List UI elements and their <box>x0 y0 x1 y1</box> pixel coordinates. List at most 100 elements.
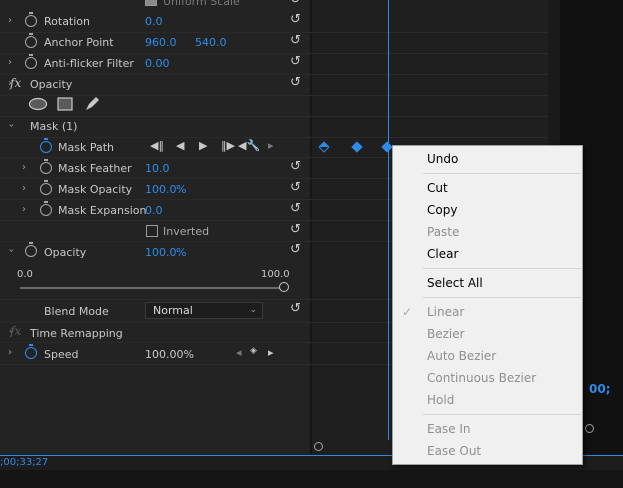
menu-item-clear[interactable]: Clear <box>427 247 458 261</box>
ellipse-mask-icon[interactable] <box>28 97 48 111</box>
reset-icon[interactable]: ↺ <box>290 159 301 174</box>
stopwatch-icon[interactable] <box>40 159 52 174</box>
mask-expansion-value[interactable]: 0.0 <box>145 204 163 217</box>
mask-opacity-unit: % <box>176 183 187 196</box>
stopwatch-icon[interactable] <box>25 12 37 27</box>
stopwatch-icon[interactable] <box>40 201 52 216</box>
chevron-right-icon[interactable]: › <box>22 204 26 215</box>
menu-item-select-all[interactable]: Select All <box>427 276 483 290</box>
opacity-label: Opacity <box>44 246 87 259</box>
anti-flicker-value[interactable]: 0.00 <box>145 57 170 70</box>
row-separator <box>0 32 548 33</box>
context-menu: Undo Cut Copy Paste Clear Select All ✓ L… <box>392 145 583 465</box>
chevron-right-icon[interactable]: › <box>8 347 12 358</box>
mask-feather-value[interactable]: 10.0 <box>145 162 170 175</box>
stopwatch-icon[interactable] <box>40 138 52 153</box>
mask-label[interactable]: Mask (1) <box>30 120 77 133</box>
speed-value[interactable]: 100.00% <box>145 348 194 361</box>
menu-item-auto-bezier[interactable]: Auto Bezier <box>427 349 496 363</box>
chevron-right-icon[interactable]: › <box>22 183 26 194</box>
track-backward-one-icon[interactable]: ◀ <box>176 139 184 152</box>
stopwatch-icon[interactable] <box>25 344 37 359</box>
reset-icon[interactable]: ↺ <box>290 33 301 48</box>
menu-item-ease-in[interactable]: Ease In <box>427 422 471 436</box>
uniform-scale-checkbox[interactable] <box>145 0 157 6</box>
rectangle-mask-icon[interactable] <box>57 97 73 111</box>
reset-icon[interactable]: ↺ <box>290 75 301 90</box>
rotation-value[interactable]: 0.0 <box>145 15 163 28</box>
add-keyframe-icon[interactable]: ◈ <box>250 346 257 356</box>
mask-track-wrench-icon[interactable]: ◀🔧 <box>238 139 260 152</box>
opacity-slider-knob[interactable] <box>279 282 289 292</box>
blend-mode-value: Normal <box>153 304 193 317</box>
menu-item-paste[interactable]: Paste <box>427 225 459 239</box>
speed-label: Speed <box>44 348 79 361</box>
mask-opacity-value[interactable]: 100.0 <box>145 183 177 196</box>
current-timecode[interactable]: ;00;33;27 <box>0 457 48 468</box>
reset-icon[interactable]: ↺ <box>290 54 301 69</box>
stopwatch-icon[interactable] <box>25 33 37 48</box>
chevron-right-icon[interactable]: › <box>8 15 12 26</box>
timeline-scroll-handle[interactable] <box>314 442 323 451</box>
fx-icon[interactable]: fx <box>10 324 21 338</box>
row-separator <box>0 137 548 138</box>
inverted-checkbox[interactable] <box>146 225 158 237</box>
blend-mode-label: Blend Mode <box>44 305 109 318</box>
opacity-value[interactable]: 100.0 <box>145 246 177 259</box>
opacity-slider-track[interactable] <box>20 287 282 289</box>
chevron-right-icon[interactable]: › <box>22 162 26 173</box>
reset-icon[interactable]: ↺ <box>290 301 301 316</box>
chevron-down-icon[interactable]: › <box>6 249 17 253</box>
chevron-right-icon[interactable]: › <box>8 57 12 68</box>
menu-item-bezier[interactable]: Bezier <box>427 327 465 341</box>
blend-mode-select[interactable]: Normal ⌄ <box>145 302 263 319</box>
menu-item-undo[interactable]: Undo <box>427 152 458 166</box>
mask-feather-label: Mask Feather <box>58 162 132 175</box>
monitor-scroll-handle[interactable] <box>585 424 594 433</box>
track-forward-all-icon[interactable]: ‖▶ <box>221 139 235 152</box>
anchor-point-y[interactable]: 540.0 <box>195 36 227 49</box>
chevron-down-icon[interactable]: › <box>6 124 17 128</box>
panel-divider[interactable] <box>310 0 312 455</box>
menu-item-ease-out[interactable]: Ease Out <box>427 444 481 458</box>
track-backward-all-icon[interactable]: ◀‖ <box>150 139 164 152</box>
mask-expansion-label: Mask Expansion <box>58 204 147 217</box>
anchor-point-x[interactable]: 960.0 <box>145 36 177 49</box>
menu-separator <box>423 268 581 269</box>
fx-icon[interactable]: fx <box>10 76 21 90</box>
row-separator <box>0 74 548 75</box>
track-forward-one-icon[interactable]: ▶ <box>199 139 207 152</box>
menu-item-cut[interactable]: Cut <box>427 181 448 195</box>
opacity-slider-max: 100.0 <box>261 269 290 280</box>
reset-icon[interactable]: ↺ <box>290 12 301 27</box>
stopwatch-icon[interactable] <box>40 180 52 195</box>
row-separator <box>0 116 548 117</box>
pen-mask-icon[interactable] <box>83 95 101 113</box>
rotation-label: Rotation <box>44 15 91 28</box>
reset-icon[interactable]: ↺ <box>290 0 301 7</box>
menu-item-linear[interactable]: Linear <box>427 305 464 319</box>
prev-keyframe-icon[interactable]: ◂ <box>236 346 242 359</box>
check-icon: ✓ <box>402 305 413 319</box>
uniform-scale-label: Uniform Scale <box>163 0 240 8</box>
reset-icon[interactable]: ↺ <box>290 222 301 237</box>
menu-item-continuous-bezier[interactable]: Continuous Bezier <box>427 371 536 385</box>
opacity-group-label: Opacity <box>30 78 73 91</box>
playhead-line[interactable] <box>388 0 389 440</box>
row-separator <box>0 53 548 54</box>
menu-item-copy[interactable]: Copy <box>427 203 457 217</box>
reset-icon[interactable]: ↺ <box>290 242 301 257</box>
reset-icon[interactable]: ↺ <box>290 180 301 195</box>
menu-separator <box>423 173 581 174</box>
anchor-point-label: Anchor Point <box>44 36 114 49</box>
next-keyframe-icon[interactable]: ▸ <box>268 346 274 359</box>
inverted-label: Inverted <box>163 225 210 238</box>
anti-flicker-label: Anti-flicker Filter <box>44 57 134 70</box>
next-keyframe-icon[interactable]: ▸ <box>268 139 274 152</box>
stopwatch-icon[interactable] <box>25 54 37 69</box>
program-timecode[interactable]: 00; <box>589 382 611 396</box>
reset-icon[interactable]: ↺ <box>290 201 301 216</box>
stopwatch-icon[interactable] <box>25 242 37 257</box>
mask-path-label: Mask Path <box>58 141 114 154</box>
menu-item-hold[interactable]: Hold <box>427 393 454 407</box>
